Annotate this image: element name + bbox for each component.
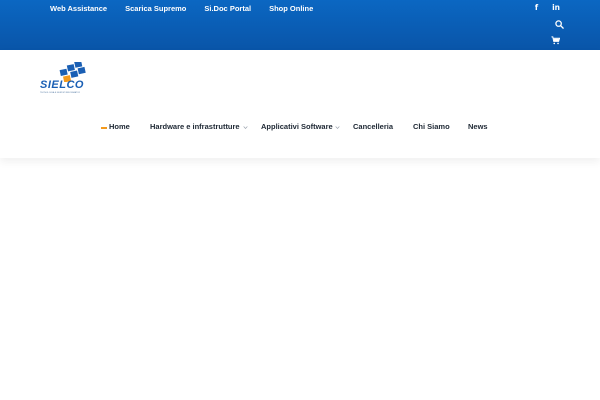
sielco-logo[interactable]: SIELCO TECNOLOGIA E SERVIZI INFORMATICI <box>40 62 100 96</box>
logo-tagline: TECNOLOGIA E SERVIZI INFORMATICI <box>40 92 81 94</box>
logo-wordmark: SIELCO <box>40 79 84 91</box>
web-assistance-link[interactable]: Web Assistance <box>50 4 107 14</box>
active-indicator <box>101 127 107 129</box>
nav-item-applicativi[interactable]: Applicativi Software <box>261 122 333 132</box>
nav-item-cancelleria[interactable]: Cancelleria <box>353 122 393 132</box>
top-links: Web Assistance Scarica Supremo Si.Doc Po… <box>50 4 331 14</box>
sidoc-portal-link[interactable]: Si.Doc Portal <box>204 4 251 14</box>
linkedin-icon[interactable]: in <box>552 3 560 13</box>
chevron-down-icon <box>243 126 248 129</box>
nav-item-hardware[interactable]: Hardware e infrastrutture <box>150 122 240 132</box>
cart-icon[interactable] <box>551 36 560 45</box>
chevron-down-icon <box>335 126 340 129</box>
search-icon[interactable] <box>555 20 564 29</box>
nav-item-home[interactable]: Home <box>109 122 130 132</box>
nav-item-chi-siamo[interactable]: Chi Siamo <box>413 122 450 132</box>
facebook-icon[interactable]: f <box>535 3 538 13</box>
site-header: SIELCO TECNOLOGIA E SERVIZI INFORMATICI … <box>0 50 600 158</box>
scarica-supremo-link[interactable]: Scarica Supremo <box>125 4 186 14</box>
nav-item-news[interactable]: News <box>468 122 488 132</box>
shop-online-link[interactable]: Shop Online <box>269 4 313 14</box>
main-nav: Home Hardware e infrastrutture Applicati… <box>0 122 600 134</box>
top-bar: Web Assistance Scarica Supremo Si.Doc Po… <box>0 0 600 50</box>
social-links: f in <box>521 3 560 13</box>
